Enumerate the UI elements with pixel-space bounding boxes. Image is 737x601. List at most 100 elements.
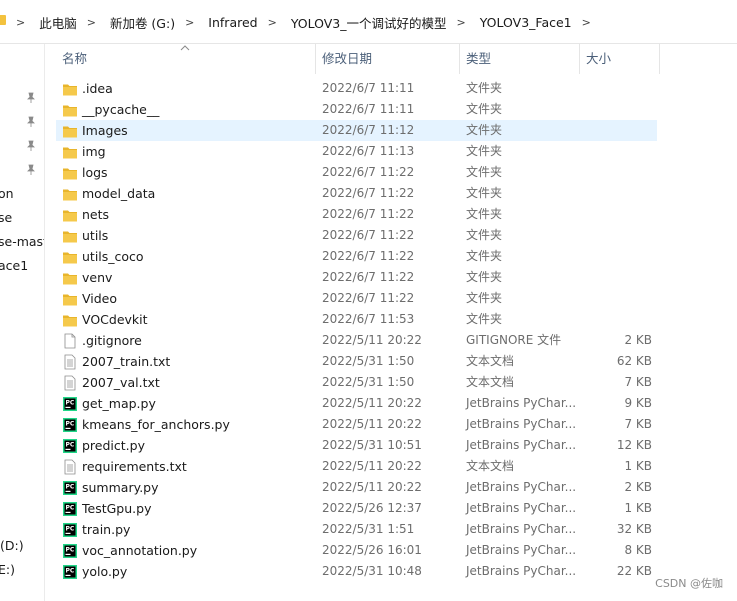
folder-icon xyxy=(63,210,77,222)
file-row[interactable]: PC voc_annotation.py 2022/5/26 16:01 JetBra… xyxy=(56,540,657,561)
file-size: 7 KB xyxy=(624,375,652,389)
chevron-right-icon[interactable]: > xyxy=(179,16,204,29)
column-header-name[interactable]: 名称 xyxy=(56,44,316,74)
folder-row[interactable]: Video 2022/6/7 11:22 文件夹 xyxy=(56,288,657,309)
file-type: JetBrains PyChar... xyxy=(466,438,577,452)
folder-row[interactable]: VOCdevkit 2022/6/7 11:53 文件夹 xyxy=(56,309,657,330)
folder-icon xyxy=(63,315,77,327)
pycharm-file-icon: PC xyxy=(63,523,77,537)
folder-row[interactable]: venv 2022/6/7 11:22 文件夹 xyxy=(56,267,657,288)
file-modified-date: 2022/6/7 11:22 xyxy=(322,249,415,263)
nav-item-quick-access[interactable]: on xyxy=(0,186,14,201)
file-row[interactable]: PC predict.py 2022/5/31 10:51 JetBrains PyC… xyxy=(56,435,657,456)
file-row[interactable]: PC summary.py 2022/5/11 20:22 JetBrains PyC… xyxy=(56,477,657,498)
breadcrumb-infrared[interactable]: Infrared xyxy=(204,15,261,30)
file-modified-date: 2022/5/31 1:50 xyxy=(322,354,415,368)
folder-row[interactable]: img 2022/6/7 11:13 文件夹 xyxy=(56,141,657,162)
folder-row[interactable]: utils 2022/6/7 11:22 文件夹 xyxy=(56,225,657,246)
file-row[interactable]: PC train.py 2022/5/31 1:51 JetBrains PyChar… xyxy=(56,519,657,540)
address-bar[interactable]: > 此电脑 > 新加卷 (G:) > Infrared > YOLOV3_一个调… xyxy=(0,0,737,44)
breadcrumb-this-pc[interactable]: 此电脑 xyxy=(35,13,81,32)
breadcrumb-model-folder[interactable]: YOLOV3_一个调试好的模型 xyxy=(287,13,451,32)
file-name: .gitignore xyxy=(82,333,142,348)
svg-text:PC: PC xyxy=(66,526,75,533)
file-type: 文件夹 xyxy=(466,165,503,179)
file-name: TestGpu.py xyxy=(82,501,152,516)
file-type: JetBrains PyChar... xyxy=(466,480,577,494)
file-modified-date: 2022/5/11 20:22 xyxy=(322,396,422,410)
file-type: 文件夹 xyxy=(466,291,503,305)
folder-icon xyxy=(63,126,77,138)
nav-item-quick-access[interactable]: ace1 xyxy=(0,258,28,273)
folder-row[interactable]: model_data 2022/6/7 11:22 文件夹 xyxy=(56,183,657,204)
chevron-right-icon[interactable]: > xyxy=(576,16,601,29)
column-header-size[interactable]: 大小 xyxy=(580,44,660,74)
file-name: model_data xyxy=(82,186,156,201)
file-row[interactable]: 2007_val.txt 2022/5/31 1:50 文本文档 7 KB xyxy=(56,372,657,393)
nav-item-quick-access[interactable]: se-mast xyxy=(0,234,44,249)
nav-item-drive-e[interactable]: E:) xyxy=(0,562,15,577)
pycharm-file-icon: PC xyxy=(63,544,77,558)
file-name: predict.py xyxy=(82,438,145,453)
file-size: 1 KB xyxy=(624,459,652,473)
column-header-type[interactable]: 类型 xyxy=(460,44,580,74)
pane-divider[interactable] xyxy=(44,44,45,601)
folder-row[interactable]: nets 2022/6/7 11:22 文件夹 xyxy=(56,204,657,225)
file-type: JetBrains PyChar... xyxy=(466,501,577,515)
file-type: 文本文档 xyxy=(466,375,515,389)
file-type: 文件夹 xyxy=(466,144,503,158)
svg-text:PC: PC xyxy=(66,505,75,512)
pin-icon[interactable] xyxy=(26,164,36,176)
folder-row[interactable]: .idea 2022/6/7 11:11 文件夹 xyxy=(56,78,657,99)
file-modified-date: 2022/6/7 11:53 xyxy=(322,312,415,326)
file-type: 文件夹 xyxy=(466,81,503,95)
folder-row[interactable]: __pycache__ 2022/6/7 11:11 文件夹 xyxy=(56,99,657,120)
chevron-right-icon[interactable]: > xyxy=(262,16,287,29)
file-row[interactable]: .gitignore 2022/5/11 20:22 GITIGNORE 文件 2 K… xyxy=(56,330,657,351)
column-headers: 名称 修改日期 类型 大小 xyxy=(0,44,737,74)
breadcrumb: > 此电脑 > 新加卷 (G:) > Infrared > YOLOV3_一个调… xyxy=(10,12,601,32)
file-name: __pycache__ xyxy=(82,102,160,117)
folder-icon xyxy=(63,189,77,201)
file-type: 文本文档 xyxy=(466,459,515,473)
chevron-right-icon[interactable]: > xyxy=(81,16,106,29)
nav-item-quick-access[interactable]: se xyxy=(0,210,12,225)
pin-icon[interactable] xyxy=(26,116,36,128)
folder-row[interactable]: Images 2022/6/7 11:12 文件夹 xyxy=(56,120,657,141)
file-type: 文件夹 xyxy=(466,186,503,200)
file-name: 2007_val.txt xyxy=(82,375,160,390)
svg-text:PC: PC xyxy=(66,484,75,491)
breadcrumb-drive[interactable]: 新加卷 (G:) xyxy=(106,13,179,32)
file-name: get_map.py xyxy=(82,396,156,411)
chevron-right-icon[interactable]: > xyxy=(10,16,35,29)
file-size: 12 KB xyxy=(616,438,652,452)
file-row[interactable]: 2007_train.txt 2022/5/31 1:50 文本文档 62 KB xyxy=(56,351,657,372)
breadcrumb-current-folder[interactable]: YOLOV3_Face1 xyxy=(476,15,576,30)
text-file-icon xyxy=(64,354,76,370)
file-row[interactable]: PC yolo.py 2022/5/31 10:48 JetBrains PyChar… xyxy=(56,561,657,582)
folder-row[interactable]: utils_coco 2022/6/7 11:22 文件夹 xyxy=(56,246,657,267)
chevron-right-icon[interactable]: > xyxy=(451,16,476,29)
file-size: 2 KB xyxy=(624,333,652,347)
pycharm-file-icon: PC xyxy=(63,481,77,495)
file-type: 文件夹 xyxy=(466,270,503,284)
nav-item-drive-d[interactable]: (D:) xyxy=(0,538,24,553)
file-row[interactable]: PC TestGpu.py 2022/5/26 12:37 JetBrains PyC… xyxy=(56,498,657,519)
file-name: Video xyxy=(82,291,118,306)
file-modified-date: 2022/6/7 11:22 xyxy=(322,207,415,221)
file-row[interactable]: PC kmeans_for_anchors.py 2022/5/11 20:22 Je… xyxy=(56,414,657,435)
file-type: 文本文档 xyxy=(466,354,515,368)
file-modified-date: 2022/5/11 20:22 xyxy=(322,333,422,347)
navigation-pane: on se se-mast ace1 (D:) E:) xyxy=(0,74,44,601)
pin-icon[interactable] xyxy=(26,140,36,152)
column-header-date[interactable]: 修改日期 xyxy=(316,44,460,74)
file-type: GITIGNORE 文件 xyxy=(466,333,562,347)
file-type: JetBrains PyChar... xyxy=(466,396,577,410)
folder-icon xyxy=(63,168,77,180)
file-name: nets xyxy=(82,207,110,222)
file-row[interactable]: requirements.txt 2022/5/11 20:22 文本文档 1 KB xyxy=(56,456,657,477)
file-row[interactable]: PC get_map.py 2022/5/11 20:22 JetBrains PyC… xyxy=(56,393,657,414)
file-modified-date: 2022/6/7 11:12 xyxy=(322,123,415,137)
pin-icon[interactable] xyxy=(26,92,36,104)
folder-row[interactable]: logs 2022/6/7 11:22 文件夹 xyxy=(56,162,657,183)
